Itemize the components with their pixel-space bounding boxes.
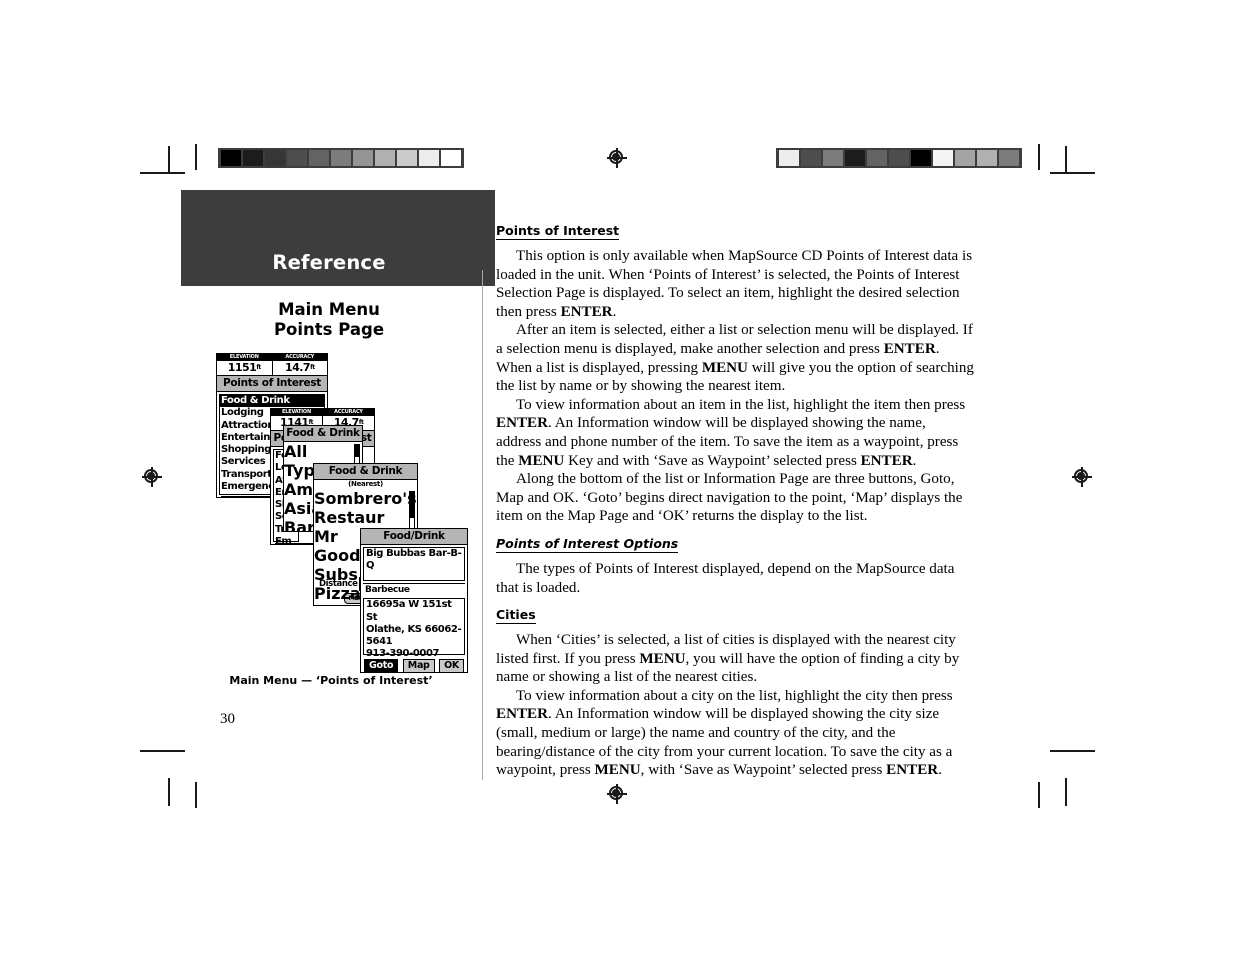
crop-mark-top-right-v2 — [1038, 144, 1040, 170]
document-page: Reference Main Menu Points Page ELEVATIO… — [0, 0, 1235, 954]
crop-mark-top-left-h — [140, 172, 185, 174]
side-heading-line-2: Points Page — [273, 320, 385, 339]
body-text-column: Points of Interest This option is only av… — [496, 222, 974, 780]
body-paragraph: To view information about an item in the… — [496, 396, 966, 469]
gps4-button-row: Goto Map OK — [361, 657, 467, 672]
side-heading-line-1: Main Menu — [278, 300, 380, 319]
registration-target-bottom — [607, 784, 627, 804]
body-paragraph: After an item is selected, either a list… — [496, 322, 974, 395]
figure-caption: Main Menu — ‘Points of Interest’ — [229, 674, 433, 687]
calibration-patch — [933, 150, 953, 166]
calibration-patch — [375, 150, 395, 166]
section-heading: Points of Interest Options — [496, 535, 679, 553]
crop-mark-top-left-v — [168, 146, 170, 174]
grayscale-calibration-strip-left — [218, 148, 464, 168]
crop-mark-bottom-right-v2 — [1038, 782, 1040, 808]
body-paragraph: When ‘Cities’ is selected, a list of cit… — [496, 632, 960, 686]
registration-target-right — [1072, 467, 1092, 487]
calibration-patch — [845, 150, 865, 166]
calibration-patch — [801, 150, 821, 166]
section-heading: Cities — [496, 607, 536, 625]
calibration-patch — [779, 150, 799, 166]
map-button[interactable]: Map — [402, 659, 435, 672]
calibration-patch — [999, 150, 1019, 166]
gps3-subtitle: (Nearest) — [348, 480, 383, 488]
calibration-patch — [265, 150, 285, 166]
calibration-patch — [867, 150, 887, 166]
body-paragraph: This option is only available when MapSo… — [496, 248, 973, 320]
calibration-patch — [331, 150, 351, 166]
gps1-page-title: Points of Interest — [217, 376, 327, 392]
body-paragraph: The types of Points of Interest displaye… — [496, 560, 955, 596]
body-paragraph: Along the bottom of the list or Informat… — [496, 471, 963, 525]
gps4-category: Barbecue — [363, 583, 465, 596]
registration-target-top — [607, 148, 627, 168]
gps2-elevation-label: ELEVATION — [271, 409, 322, 416]
crop-mark-top-left-v2 — [195, 144, 197, 170]
calibration-patch — [397, 150, 417, 166]
list-item[interactable]: Sombrero's Restaur — [314, 489, 417, 527]
gps2-dialog-title: Food & Drink — [284, 426, 362, 442]
gps1-elevation-value: 1151ft — [227, 361, 262, 374]
gps4-title: Food/Drink — [361, 529, 467, 545]
gps1-accuracy-label: ACCURACY — [272, 354, 327, 361]
gps1-accuracy-value: 14.7ft — [284, 361, 315, 374]
crop-mark-bottom-right-h — [1050, 750, 1095, 752]
section-side-heading: Main Menu Points Page — [181, 300, 495, 340]
calibration-patch — [889, 150, 909, 166]
ok-button[interactable]: OK — [439, 659, 464, 672]
list-item[interactable]: Food & Drink — [220, 395, 324, 408]
section-heading-wrap: Points of Interest Options — [496, 535, 974, 557]
chapter-banner: Reference — [181, 190, 495, 286]
column-divider-rule — [482, 270, 483, 780]
chapter-banner-label: Reference — [272, 251, 386, 274]
calibration-patch — [441, 150, 461, 166]
gps4-address-line-3: 5641 — [366, 636, 393, 648]
page-number: 30 — [220, 711, 235, 727]
gps1-coordinate: W094° — [221, 496, 277, 497]
section-heading: Points of Interest — [496, 223, 620, 240]
gps-screen-food-drink-info: Food/Drink Big Bubbas Bar-B-Q Barbecue 1… — [360, 528, 468, 673]
crop-mark-top-right-v — [1065, 146, 1067, 174]
gps1-elevation-cell: ELEVATION 1151ft — [217, 354, 272, 375]
calibration-patch — [243, 150, 263, 166]
gps4-address-line-2: Olathe, KS 66062- — [366, 623, 462, 635]
gps4-name-box: Big Bubbas Bar-B-Q — [363, 547, 465, 581]
scrollbar-thumb[interactable] — [410, 492, 414, 518]
crop-mark-bottom-left-h — [140, 750, 185, 752]
calibration-patch — [221, 150, 241, 166]
calibration-patch — [309, 150, 329, 166]
crop-mark-bottom-left-v — [168, 778, 170, 806]
gps2-accuracy-label: ACCURACY — [323, 409, 374, 416]
scrollbar-thumb[interactable] — [355, 445, 359, 457]
calibration-patch — [977, 150, 997, 166]
gps1-status-bar: ELEVATION 1151ft ACCURACY 14.7ft — [217, 354, 327, 376]
calibration-patch — [353, 150, 373, 166]
gps4-poi-name: Big Bubbas Bar-B-Q — [366, 548, 462, 572]
goto-button[interactable]: Goto — [364, 659, 399, 672]
gps1-elevation-label: ELEVATION — [217, 354, 272, 361]
calibration-patch — [287, 150, 307, 166]
crop-mark-top-right-h — [1050, 172, 1095, 174]
section-heading-wrap: Points of Interest — [496, 222, 974, 244]
gps3-title: Food & Drink — [314, 464, 417, 480]
gps4-address-line-1: 16695a W 151st St — [366, 599, 452, 623]
crop-mark-bottom-left-v2 — [195, 782, 197, 808]
grayscale-calibration-strip-right — [776, 148, 1022, 168]
calibration-patch — [955, 150, 975, 166]
registration-target-left — [142, 467, 162, 487]
gps4-address-box: 16695a W 151st St Olathe, KS 66062- 5641… — [363, 598, 465, 659]
body-paragraph: To view information about a city on the … — [496, 687, 953, 779]
crop-mark-bottom-right-v — [1065, 778, 1067, 806]
section-heading-wrap: Cities — [496, 606, 974, 628]
calibration-patch — [823, 150, 843, 166]
calibration-patch — [419, 150, 439, 166]
calibration-patch — [911, 150, 931, 166]
gps1-accuracy-cell: ACCURACY 14.7ft — [271, 354, 327, 375]
